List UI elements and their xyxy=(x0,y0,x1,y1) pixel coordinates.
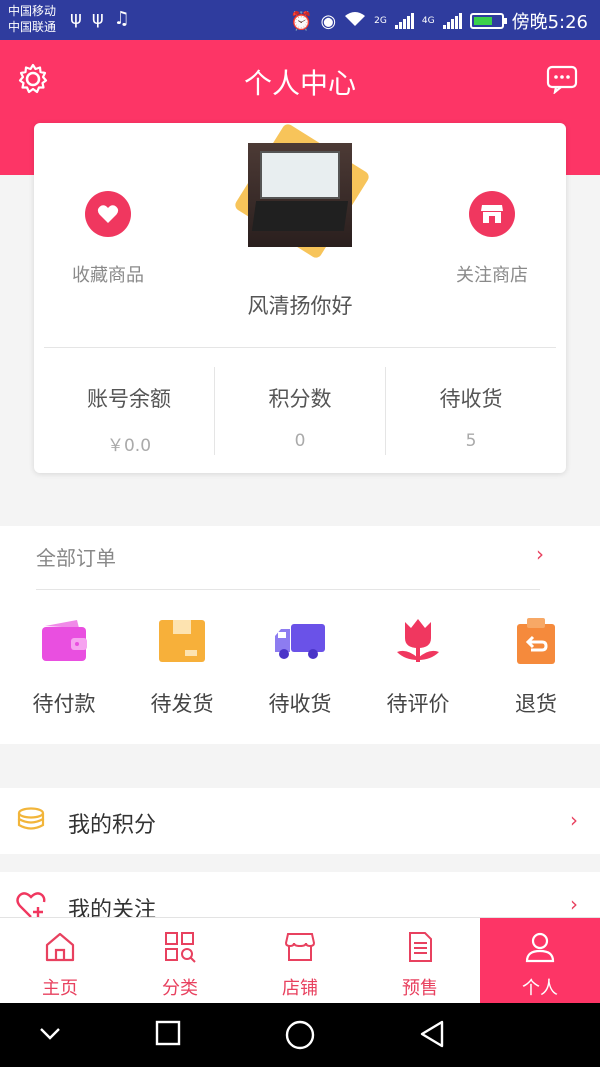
nav-profile[interactable]: 个人 xyxy=(480,918,600,1003)
nav-label: 个人 xyxy=(522,978,558,999)
orders-section: 全部订单 › 待付款 待发货 待收货 待评价 退货 xyxy=(0,526,600,744)
clock: 傍晚5:26 xyxy=(511,12,588,33)
profile-card: 收藏商品 关注商店 风清扬你好 账号余额 ￥0.0 积分数 0 待收货 5 xyxy=(34,122,566,473)
account-stats: 账号余额 ￥0.0 积分数 0 待收货 5 xyxy=(44,367,556,456)
my-points-label: 我的积分 xyxy=(68,813,157,838)
chevron-right-icon: › xyxy=(570,892,578,916)
recent-apps-icon[interactable] xyxy=(154,1019,182,1047)
favorites-label: 收藏商品 xyxy=(72,265,144,286)
usb-icon: ψ xyxy=(70,8,82,29)
stat-points[interactable]: 积分数 0 xyxy=(215,367,386,455)
order-label: 待收货 xyxy=(268,692,332,716)
person-icon xyxy=(525,932,555,963)
greeting-text: 风清扬你好 xyxy=(247,294,353,318)
order-pending-shipment[interactable]: 待发货 xyxy=(126,616,238,718)
eye-icon: ◉ xyxy=(320,10,337,32)
chevron-down-icon[interactable] xyxy=(36,1019,64,1047)
stat-label: 账号余额 xyxy=(87,387,171,411)
stat-value: 0 xyxy=(294,431,306,451)
order-return[interactable]: 退货 xyxy=(480,616,592,718)
nav-label: 主页 xyxy=(42,978,78,999)
signal-icon xyxy=(442,13,462,29)
nav-label: 预售 xyxy=(402,978,438,999)
carrier-info: 中国移动 中国联通 xyxy=(8,3,56,35)
carrier-2: 中国联通 xyxy=(8,20,57,34)
flower-icon xyxy=(397,619,439,662)
stat-value: 5 xyxy=(465,431,477,451)
order-label: 退货 xyxy=(515,692,557,716)
avatar[interactable] xyxy=(233,122,371,260)
chevron-right-icon: › xyxy=(570,808,578,832)
store-icon xyxy=(284,933,316,961)
nav-presale[interactable]: 预售 xyxy=(360,918,480,1003)
order-pending-payment[interactable]: 待付款 xyxy=(8,616,120,718)
stat-label: 积分数 xyxy=(268,387,332,411)
stat-pending-receipt[interactable]: 待收货 5 xyxy=(386,367,556,455)
follow-shop-button[interactable]: 关注商店 xyxy=(442,191,542,287)
network-label-1: 2G xyxy=(374,16,387,26)
stat-balance[interactable]: 账号余额 ￥0.0 xyxy=(44,367,215,456)
avatar-image xyxy=(248,143,352,247)
heart-plus-icon xyxy=(16,892,46,918)
home-icon xyxy=(45,932,75,962)
message-icon[interactable] xyxy=(546,64,578,94)
back-triangle-icon[interactable] xyxy=(418,1019,446,1049)
home-circle-icon[interactable] xyxy=(284,1019,316,1051)
page-title: 个人中心 xyxy=(243,67,356,100)
truck-icon xyxy=(275,624,325,659)
all-orders-link[interactable]: 全部订单 xyxy=(36,542,116,571)
order-label: 待评价 xyxy=(386,692,450,716)
order-pending-receipt[interactable]: 待收货 xyxy=(244,616,356,718)
coins-icon xyxy=(17,807,45,830)
shop-icon xyxy=(469,191,515,237)
my-points-row[interactable]: 我的积分 › xyxy=(0,788,600,854)
box-icon xyxy=(159,620,205,662)
chevron-right-icon[interactable]: › xyxy=(536,542,544,566)
follow-shop-label: 关注商店 xyxy=(456,265,528,286)
network-label-2: 4G xyxy=(421,16,435,26)
wallet-icon xyxy=(42,620,87,661)
wifi-icon xyxy=(344,11,366,32)
nav-label: 分类 xyxy=(162,978,198,999)
divider xyxy=(36,589,540,590)
order-label: 待付款 xyxy=(32,692,96,716)
order-label: 待发货 xyxy=(150,692,214,716)
alarm-icon: ⏰ xyxy=(290,10,313,32)
favorites-button[interactable]: 收藏商品 xyxy=(58,191,158,287)
status-bar: 中国移动 中国联通 ψ ψ ♫ ⏰ ◉ 2G 4G 傍晚5:26 xyxy=(0,0,600,40)
return-bag-icon xyxy=(517,618,555,664)
stat-value: ￥0.0 xyxy=(106,436,152,456)
nav-store[interactable]: 店铺 xyxy=(240,918,360,1003)
music-icon: ♫ xyxy=(113,8,130,29)
category-icon xyxy=(165,932,196,963)
system-nav-bar xyxy=(0,1003,600,1067)
heart-icon xyxy=(85,191,131,237)
order-pending-review[interactable]: 待评价 xyxy=(362,616,474,718)
stat-label: 待收货 xyxy=(439,387,503,411)
nav-category[interactable]: 分类 xyxy=(120,918,240,1003)
carrier-1: 中国移动 xyxy=(8,4,57,18)
nav-label: 店铺 xyxy=(282,978,318,999)
signal-icon xyxy=(394,13,414,29)
bottom-nav: 主页 分类 店铺 预售 个人 xyxy=(0,917,600,1003)
presale-doc-icon xyxy=(409,932,432,962)
divider xyxy=(44,347,556,348)
order-status-list: 待付款 待发货 待收货 待评价 退货 xyxy=(8,616,592,718)
nav-home[interactable]: 主页 xyxy=(0,918,120,1003)
usb-icon: ψ xyxy=(91,8,104,29)
battery-icon xyxy=(469,13,507,29)
